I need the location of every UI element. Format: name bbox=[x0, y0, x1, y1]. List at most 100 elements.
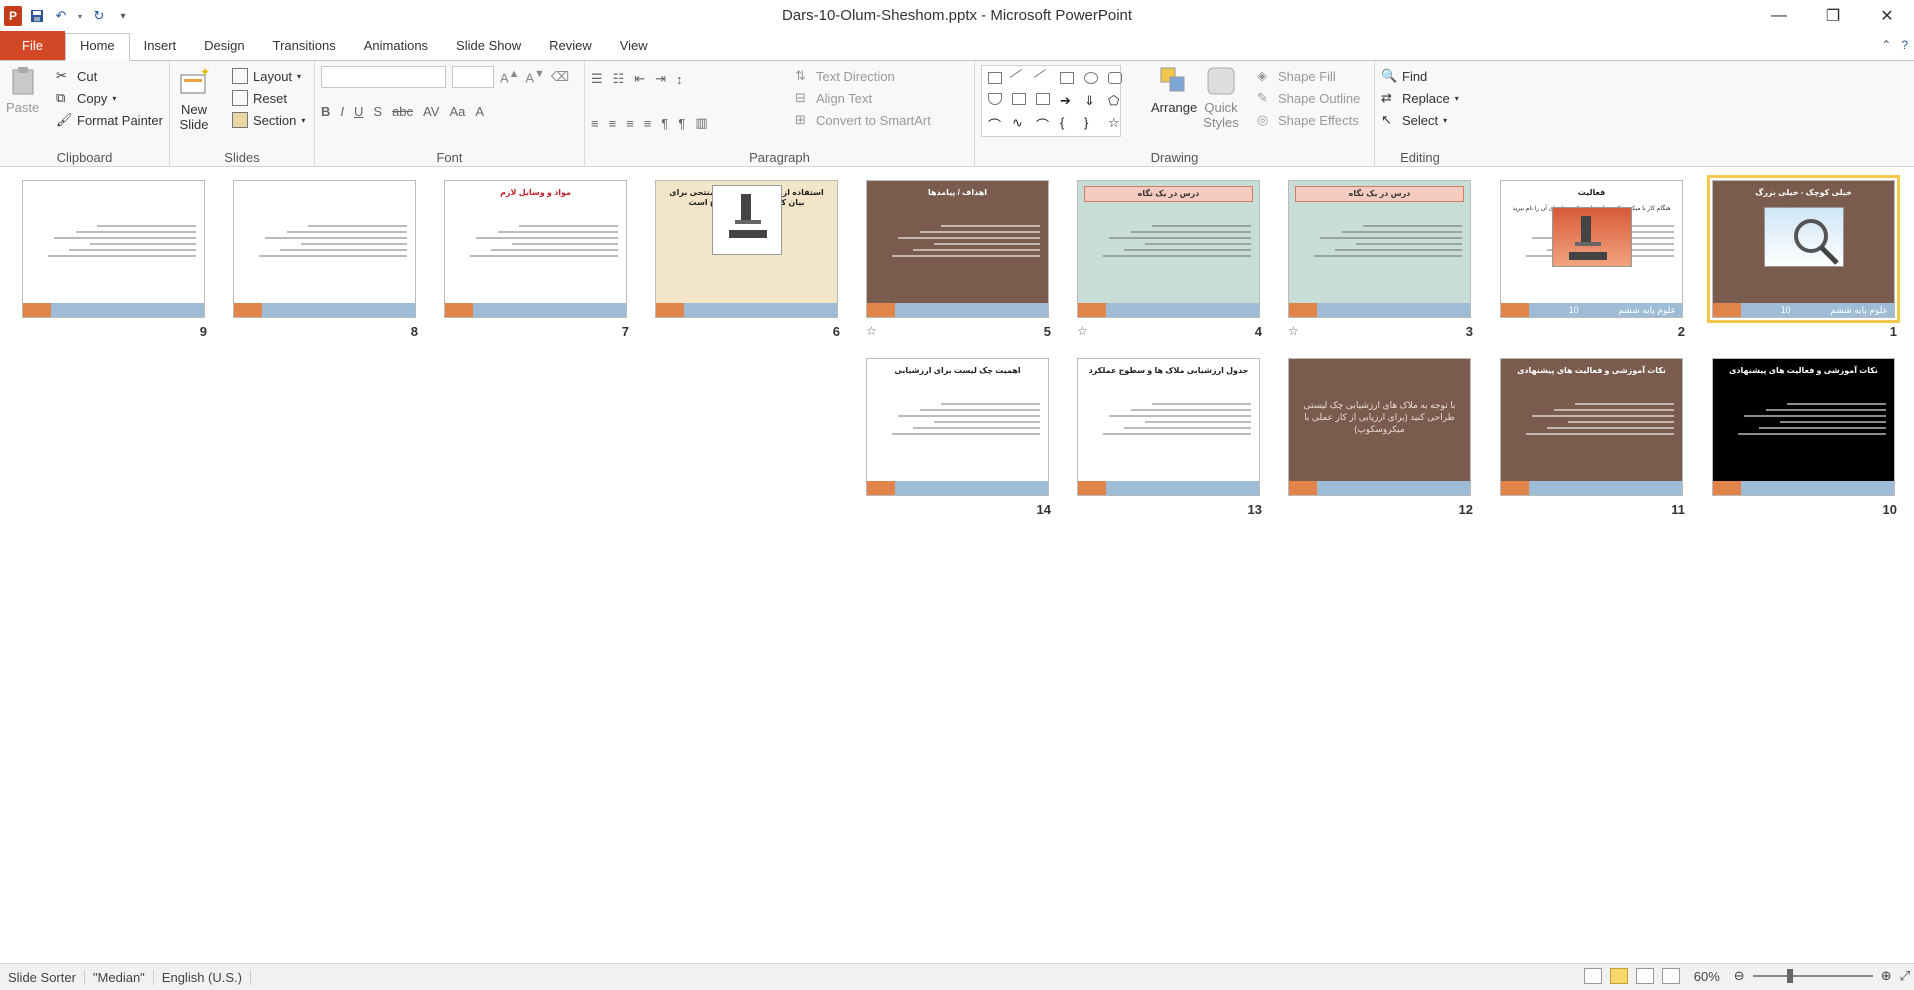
footer-accent bbox=[1078, 481, 1106, 495]
slide-sorter-view-icon[interactable] bbox=[1609, 968, 1628, 984]
view-zoom-controls: 60% ⊖ ⊕ ⤢ bbox=[1583, 968, 1910, 984]
new-slide-button[interactable]: ✦ New Slide bbox=[176, 67, 212, 132]
fit-to-window-icon[interactable]: ⤢ bbox=[1900, 968, 1910, 984]
slide-thumbnail[interactable]: نکات آموزشی و فعالیت های پیشنهادی bbox=[1500, 358, 1683, 496]
tab-slide-show[interactable]: Slide Show bbox=[442, 34, 535, 60]
tab-animations[interactable]: Animations bbox=[350, 34, 442, 60]
justify-icon[interactable]: ≡ bbox=[644, 116, 652, 131]
align-center-icon[interactable]: ≡ bbox=[609, 116, 617, 131]
find-button[interactable]: 🔍 Find bbox=[1381, 65, 1459, 87]
tab-design[interactable]: Design bbox=[190, 34, 258, 60]
redo-icon[interactable]: ↻ bbox=[90, 7, 108, 25]
slide-thumbnail[interactable]: جدول ارزشیابی ملاک ها و سطوح عملکرد bbox=[1077, 358, 1260, 496]
shrink-font-icon[interactable]: A▼ bbox=[525, 68, 544, 85]
minimize-ribbon-icon[interactable]: ⌃ bbox=[1881, 38, 1891, 52]
bullets-icon[interactable]: ☰ bbox=[591, 71, 603, 87]
numbering-icon[interactable]: ☷ bbox=[613, 71, 625, 87]
increase-indent-icon[interactable]: ⇥ bbox=[655, 71, 666, 87]
slide-thumbnail[interactable]: نکات آموزشی و فعالیت های پیشنهادی bbox=[1712, 358, 1895, 496]
copy-button[interactable]: ⧉ Copy ▾ bbox=[56, 87, 163, 109]
slide-thumbnail[interactable]: استفاده از اشکال معمولی ومنتحی برای بیان… bbox=[655, 180, 838, 318]
undo-dropdown-icon[interactable]: ▾ bbox=[76, 7, 84, 25]
underline-icon[interactable]: U bbox=[354, 104, 363, 119]
reading-view-icon[interactable] bbox=[1635, 968, 1654, 984]
clear-formatting-icon[interactable]: ⌫ bbox=[551, 69, 569, 85]
microscope-image bbox=[1551, 207, 1632, 267]
arrange-button[interactable]: Arrange bbox=[1151, 65, 1197, 115]
font-color-icon[interactable]: A bbox=[475, 104, 484, 119]
italic-icon[interactable]: I bbox=[340, 104, 344, 119]
tab-review[interactable]: Review bbox=[535, 34, 606, 60]
zoom-in-icon[interactable]: ⊕ bbox=[1881, 968, 1892, 984]
shapes-gallery[interactable]: ➔ ⇓ ⬠ ⌒ ∿ ⌒{} ☆ bbox=[981, 65, 1122, 137]
restore-icon[interactable]: ❐ bbox=[1806, 0, 1860, 32]
ltr-icon[interactable]: ¶ bbox=[661, 116, 668, 131]
zoom-slider[interactable] bbox=[1752, 969, 1873, 983]
shape-effects-button[interactable]: ◎ Shape Effects bbox=[1257, 109, 1360, 131]
slide-show-view-icon[interactable] bbox=[1661, 968, 1680, 984]
select-arrow-icon: ↖ bbox=[1381, 112, 1392, 127]
new-slide-icon: ✦ bbox=[180, 67, 210, 94]
shadow-icon[interactable]: S bbox=[373, 104, 382, 119]
change-case-icon[interactable]: Aa bbox=[449, 104, 465, 119]
decrease-indent-icon[interactable]: ⇤ bbox=[634, 71, 645, 87]
animation-star-icon: ☆ bbox=[1288, 324, 1299, 338]
tab-view[interactable]: View bbox=[606, 34, 662, 60]
close-icon[interactable]: ✕ bbox=[1860, 0, 1914, 32]
tab-file[interactable]: File bbox=[0, 31, 65, 60]
strikethrough-icon[interactable]: abc bbox=[392, 104, 413, 119]
slide-thumbnail[interactable]: با توجه به ملاک های ارزشیابی چک لیستی طر… bbox=[1288, 358, 1471, 496]
replace-button[interactable]: ⇄ Replace ▾ bbox=[1381, 87, 1459, 109]
slide-thumbnail[interactable]: مواد و وسایل لازم bbox=[444, 180, 627, 318]
convert-smartart-button[interactable]: ⊞ Convert to SmartArt bbox=[795, 109, 931, 131]
select-button[interactable]: ↖ Select ▾ bbox=[1381, 109, 1459, 131]
slide-sorter-pane[interactable]: خیلی کوچک - خیلی بزرگدرس دهم :10علوم پای… bbox=[0, 168, 1914, 963]
powerpoint-logo-icon[interactable]: P bbox=[4, 6, 22, 26]
line-spacing-icon[interactable]: ↕ bbox=[676, 72, 683, 87]
grow-font-icon[interactable]: A▲ bbox=[500, 68, 519, 85]
slide-thumbnail[interactable]: خیلی کوچک - خیلی بزرگدرس دهم :10علوم پای… bbox=[1707, 175, 1900, 323]
slide-thumbnail[interactable]: فعالیتهنگام کار با میکروسکوپ را مشاهده ک… bbox=[1500, 180, 1683, 318]
zoom-out-icon[interactable]: ⊖ bbox=[1734, 968, 1745, 984]
animation-star-icon: ☆ bbox=[866, 324, 877, 338]
format-painter-button[interactable]: 🖌 Format Painter bbox=[56, 109, 163, 131]
columns-icon[interactable]: ▥ bbox=[695, 115, 707, 131]
undo-icon[interactable]: ↶ bbox=[52, 7, 70, 25]
slide-thumbnail[interactable]: درس در یک نگاه bbox=[1288, 180, 1471, 318]
tab-transitions[interactable]: Transitions bbox=[259, 34, 350, 60]
align-text-button[interactable]: ⊟ Align Text bbox=[795, 87, 931, 109]
zoom-slider-thumb[interactable] bbox=[1786, 969, 1793, 983]
rtl-icon[interactable]: ¶ bbox=[678, 116, 685, 131]
text-direction-button[interactable]: ⇅ Text Direction bbox=[795, 65, 931, 87]
language[interactable]: English (U.S.) bbox=[154, 969, 251, 985]
font-name-combo[interactable] bbox=[321, 66, 446, 88]
bold-icon[interactable]: B bbox=[321, 104, 330, 119]
zoom-level[interactable]: 60% bbox=[1688, 969, 1726, 984]
tab-home[interactable]: Home bbox=[64, 33, 130, 61]
customize-qat-icon[interactable]: ▾ bbox=[114, 7, 132, 25]
section-button[interactable]: Section ▾ bbox=[232, 109, 305, 131]
normal-view-icon[interactable] bbox=[1583, 968, 1602, 984]
slide-thumbnail[interactable]: اهمیت چک لیست برای ارزشیابی bbox=[866, 358, 1049, 496]
align-right-icon[interactable]: ≡ bbox=[626, 116, 634, 131]
help-icon[interactable]: ? bbox=[1901, 38, 1908, 52]
theme-name[interactable]: "Median" bbox=[85, 969, 154, 985]
paste-button[interactable]: Paste bbox=[6, 65, 39, 115]
slide-thumbnail[interactable]: اهداف / پیامدها bbox=[866, 180, 1049, 318]
save-icon[interactable] bbox=[28, 7, 46, 25]
character-spacing-icon[interactable]: AV bbox=[423, 104, 439, 119]
slide-title: جدول ارزشیابی ملاک ها و سطوح عملکرد bbox=[1088, 366, 1249, 375]
layout-button[interactable]: Layout ▾ bbox=[232, 65, 305, 87]
slide-thumbnail[interactable]: درس در یک نگاه bbox=[1077, 180, 1260, 318]
shape-outline-button[interactable]: ✎ Shape Outline bbox=[1257, 87, 1360, 109]
quick-styles-button[interactable]: Quick Styles bbox=[1201, 65, 1241, 130]
align-left-icon[interactable]: ≡ bbox=[591, 116, 599, 131]
shape-fill-button[interactable]: ◈ Shape Fill bbox=[1257, 65, 1360, 87]
reset-button[interactable]: Reset bbox=[232, 87, 305, 109]
tab-insert[interactable]: Insert bbox=[130, 34, 191, 60]
font-size-combo[interactable] bbox=[452, 66, 494, 88]
minimize-icon[interactable]: — bbox=[1752, 0, 1806, 32]
slide-thumbnail[interactable] bbox=[22, 180, 205, 318]
slide-thumbnail[interactable] bbox=[233, 180, 416, 318]
cut-button[interactable]: ✂ Cut bbox=[56, 65, 163, 87]
